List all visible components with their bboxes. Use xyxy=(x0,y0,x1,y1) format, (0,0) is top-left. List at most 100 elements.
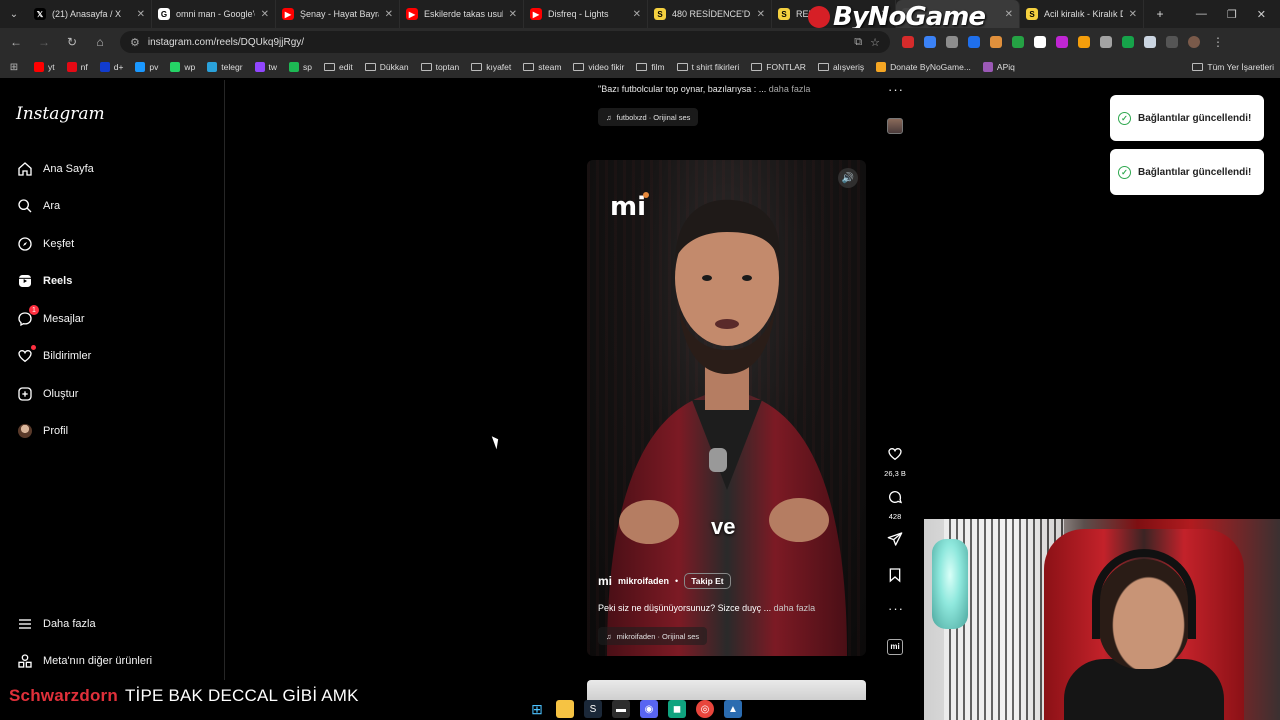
bookmark-item[interactable]: toptan xyxy=(420,62,459,72)
save-button[interactable] xyxy=(884,567,906,588)
bookmark-item[interactable]: edit xyxy=(324,62,353,72)
reel-audio[interactable]: ♫ mikroifaden · Orijinal ses xyxy=(598,627,708,645)
site-info-icon[interactable]: ⚙ xyxy=(130,36,140,49)
author-avatar[interactable]: mi xyxy=(598,574,612,588)
extensions-puzzle-icon[interactable] xyxy=(1144,36,1156,48)
bookmark-item[interactable]: Dükkan xyxy=(364,62,409,72)
tab-search-button[interactable]: ⌄ xyxy=(0,0,28,28)
windows-start-icon[interactable]: ⊞ xyxy=(528,700,546,718)
extension-icon[interactable] xyxy=(990,36,1002,48)
more-link[interactable]: daha fazla xyxy=(769,84,811,94)
app-icon[interactable]: ◼ xyxy=(668,700,686,718)
previous-reel-audio[interactable]: ♫ futbolxzd · Orijinal ses xyxy=(598,108,699,126)
apps-grid-icon[interactable]: ⊞ xyxy=(6,62,22,73)
profile-avatar[interactable] xyxy=(1188,36,1200,48)
minimize-icon[interactable]: — xyxy=(1196,8,1207,21)
sidebar-item-explore[interactable]: Keşfet xyxy=(16,235,74,252)
install-app-icon[interactable]: ⧉ xyxy=(854,36,862,49)
browser-tab[interactable]: 𝕏 (21) Anasayfa / X ✕ xyxy=(28,0,152,28)
more-link[interactable]: daha fazla xyxy=(774,603,816,613)
extension-icon[interactable] xyxy=(924,36,936,48)
bookmark-item[interactable]: APiq xyxy=(982,62,1015,72)
volume-icon[interactable]: 🔊 xyxy=(838,168,858,188)
browser-tab[interactable]: S Acil kiralık - Kiralık D ✕ xyxy=(1020,0,1144,28)
bookmark-item[interactable]: yt xyxy=(34,62,55,72)
tab-close-icon[interactable]: ✕ xyxy=(1129,9,1137,20)
bookmark-item[interactable]: pv xyxy=(135,62,158,72)
browser-tab[interactable]: S 480 RESİDENCE'DE 5 ✕ xyxy=(648,0,772,28)
reel-caption[interactable]: Peki siz ne düşünüyorsunuz? Sizce duyç .… xyxy=(598,603,815,613)
forward-icon[interactable]: → xyxy=(36,35,52,49)
bookmark-item[interactable]: telegr xyxy=(207,62,243,72)
steam-icon[interactable]: S xyxy=(584,700,602,718)
author-username[interactable]: mikroifaden xyxy=(618,576,669,586)
reel-audio-thumbnail[interactable]: mi xyxy=(884,636,906,655)
extension-icon[interactable] xyxy=(1034,36,1046,48)
audio-thumbnail[interactable] xyxy=(887,118,903,134)
extension-icon[interactable] xyxy=(902,36,914,48)
extension-icon[interactable] xyxy=(1056,36,1068,48)
media-control-icon[interactable] xyxy=(1166,36,1178,48)
browser-tab[interactable]: Gomni man - Google'd ✕ xyxy=(152,0,276,28)
reload-icon[interactable]: ↻ xyxy=(64,35,80,49)
sidebar-item-more[interactable]: Daha fazla xyxy=(16,615,96,632)
sidebar-item-reels[interactable]: Reels xyxy=(16,272,72,289)
tab-close-icon[interactable]: ✕ xyxy=(509,9,517,20)
back-icon[interactable]: ← xyxy=(8,35,24,49)
toast-notification[interactable]: ✓ Bağlantılar güncellendi! xyxy=(1110,149,1264,195)
app-icon[interactable]: ▬ xyxy=(612,700,630,718)
file-explorer-icon[interactable] xyxy=(556,700,574,718)
extension-icon[interactable] xyxy=(1012,36,1024,48)
follow-button[interactable]: Takip Et xyxy=(684,573,731,589)
bookmark-star-icon[interactable]: ☆ xyxy=(870,36,880,49)
extension-icon[interactable] xyxy=(946,36,958,48)
home-button-icon[interactable]: ⌂ xyxy=(92,35,108,49)
browser-menu-icon[interactable]: ⋮ xyxy=(1210,35,1226,49)
browser-tab[interactable]: ▶ Eskilerde takas usulü ✕ xyxy=(400,0,524,28)
all-bookmarks-folder[interactable]: Tüm Yer İşaretleri xyxy=(1192,62,1274,72)
reel-video[interactable]: mi 🔊 ve mi mikroifaden • Takip Et Peki s… xyxy=(587,160,866,656)
more-options-icon[interactable]: ··· xyxy=(888,82,904,97)
tab-close-icon[interactable]: ✕ xyxy=(385,9,393,20)
sidebar-item-meta[interactable]: Meta'nın diğer ürünleri xyxy=(16,652,152,669)
bookmark-item[interactable]: FONTLAR xyxy=(751,62,806,72)
bookmark-item[interactable]: kıyafet xyxy=(471,62,511,72)
tab-close-icon[interactable]: ✕ xyxy=(137,9,145,20)
sidebar-item-notifications[interactable]: Bildirimler xyxy=(16,345,91,364)
extension-icon[interactable] xyxy=(1122,36,1134,48)
bookmark-item[interactable]: steam xyxy=(523,62,561,72)
extension-icon[interactable] xyxy=(1078,36,1090,48)
extension-icon[interactable] xyxy=(1100,36,1112,48)
discord-icon[interactable]: ◉ xyxy=(640,700,658,718)
sidebar-item-profile[interactable]: Profil xyxy=(16,422,68,439)
maximize-icon[interactable]: ❐ xyxy=(1227,8,1237,21)
like-button[interactable]: 26,3 B xyxy=(884,446,906,478)
extension-icon[interactable] xyxy=(968,36,980,48)
bookmark-item[interactable]: d+ xyxy=(99,62,123,72)
bookmark-item[interactable]: alışveriş xyxy=(817,62,864,72)
tab-close-icon[interactable]: ✕ xyxy=(1005,9,1013,20)
browser-tab[interactable]: ▶ Şenay - Hayat Bayram ✕ xyxy=(276,0,400,28)
bookmark-item[interactable]: Donate ByNoGame... xyxy=(876,62,971,72)
bookmark-item[interactable]: wp xyxy=(170,62,195,72)
sidebar-item-messages[interactable]: 1 Mesajlar xyxy=(16,305,85,327)
previous-reel-caption[interactable]: "Bazı futbolcular top oynar, bazılarıysa… xyxy=(598,84,810,94)
next-reel-preview[interactable] xyxy=(587,680,866,700)
tab-close-icon[interactable]: ✕ xyxy=(757,9,765,20)
share-button[interactable] xyxy=(884,531,906,552)
sidebar-item-home[interactable]: Ana Sayfa xyxy=(16,160,94,177)
bookmark-item[interactable]: sp xyxy=(289,62,312,72)
browser-tab[interactable]: ▶ Disfreq - Lights ✕ xyxy=(524,0,648,28)
instagram-logo[interactable]: Instagram xyxy=(16,104,105,124)
close-window-icon[interactable]: ✕ xyxy=(1257,8,1266,21)
comment-button[interactable]: 428 xyxy=(884,489,906,521)
bookmark-item[interactable]: t shirt fikirleri xyxy=(676,62,739,72)
bookmark-item[interactable]: video fikir xyxy=(573,62,624,72)
bookmark-item[interactable]: tw xyxy=(254,62,277,72)
tab-close-icon[interactable]: ✕ xyxy=(261,9,269,20)
chrome-icon[interactable]: ◎ xyxy=(696,700,714,718)
bookmark-item[interactable]: film xyxy=(636,62,665,72)
sidebar-item-create[interactable]: Oluştur xyxy=(16,385,78,402)
address-bar[interactable]: ⚙ instagram.com/reels/DQUkq9jjRgy/ ⧉ ☆ xyxy=(120,31,890,53)
bookmark-item[interactable]: nf xyxy=(66,62,88,72)
